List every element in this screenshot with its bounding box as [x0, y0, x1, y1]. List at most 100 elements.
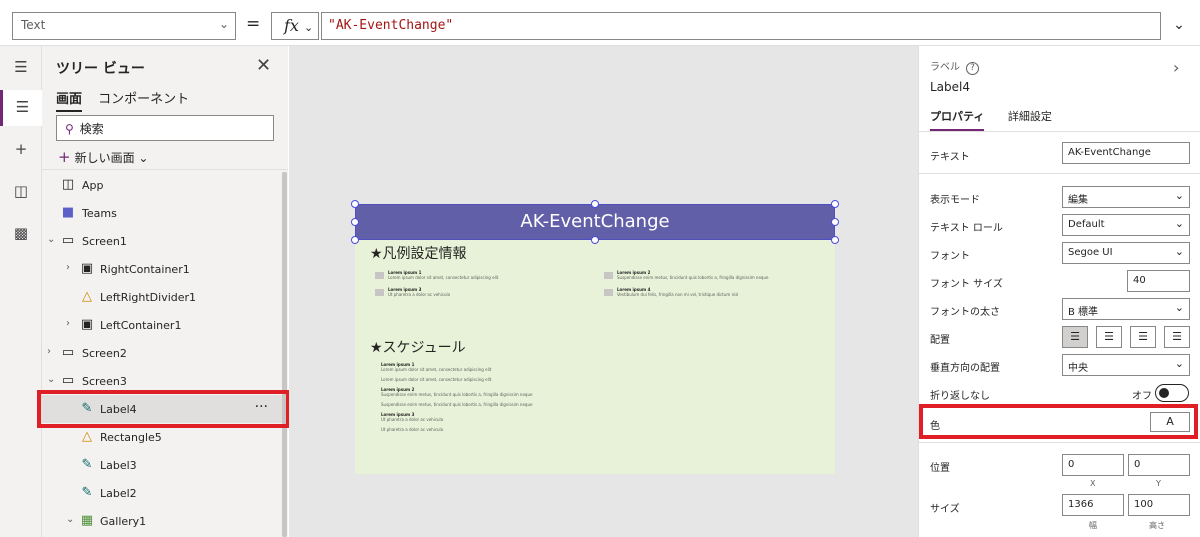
resize-handle[interactable] [831, 200, 839, 208]
screen-icon: ▭ [61, 345, 75, 360]
schedule-section-title: ★スケジュール [370, 340, 466, 356]
resize-handle[interactable] [831, 236, 839, 244]
search-placeholder: 検索 [79, 122, 104, 136]
tab-screens[interactable]: 画面 [56, 88, 83, 112]
chevron-down-icon[interactable]: ⌄ [47, 234, 55, 245]
legend-item: Lorem ipsum 2 Suspendisse enim metus, tin… [617, 270, 769, 280]
fx-button[interactable]: fx ⌄ [271, 12, 319, 40]
tree-node-label2[interactable]: ✎ Label2 [42, 479, 282, 507]
font-label: フォント [930, 251, 970, 262]
tab-properties[interactable]: プロパティ [930, 108, 985, 131]
new-screen-button[interactable]: + 新しい画面 ⌄ [58, 148, 148, 166]
tree-node-screen2[interactable]: › ▭ Screen2 [42, 339, 282, 367]
schedule-item-line: Lorem ipsum dolor sit amet, consectetur … [381, 377, 492, 382]
vertical-align-label: 垂直方向の配置 [930, 363, 1000, 374]
font-size-label: フォント サイズ [930, 279, 1003, 290]
width-caption: 幅 [1089, 521, 1097, 530]
chevron-right-icon[interactable]: › [47, 346, 51, 357]
align-justify-icon[interactable]: ☰ [1096, 326, 1122, 348]
chevron-down-icon: ⌄ [1174, 189, 1184, 202]
tree-node-label: Screen2 [82, 347, 127, 360]
align-right-icon[interactable]: ☰ [1164, 326, 1190, 348]
container-icon: ▣ [80, 261, 94, 276]
tree-node-screen1[interactable]: ⌄ ▭ Screen1 [42, 227, 282, 255]
selected-label-header[interactable]: AK-EventChange [355, 204, 835, 240]
schedule-item-line: Suspendisse enim metus, tincidunt quis l… [381, 402, 533, 407]
hamburger-menu-icon[interactable]: ☰ [0, 50, 42, 86]
tree-node-label: LeftContainer1 [100, 319, 182, 332]
tree-node-label: Rectangle5 [100, 431, 162, 444]
position-y-field[interactable]: 0 [1128, 454, 1190, 476]
left-rail: ☰ ☰ + ◫ ▩ [0, 46, 42, 537]
resize-handle[interactable] [351, 218, 359, 226]
resize-handle[interactable] [351, 200, 359, 208]
height-field[interactable]: 100 [1128, 494, 1190, 516]
chevron-right-icon[interactable]: › [1173, 58, 1179, 77]
chevron-down-icon[interactable]: ⌄ [66, 514, 74, 525]
position-x-field[interactable]: 0 [1062, 454, 1124, 476]
layers-icon[interactable]: ☰ [0, 90, 42, 126]
height-caption: 高さ [1149, 521, 1165, 530]
property-selector[interactable]: Text ⌄ [12, 12, 236, 40]
align-left-icon[interactable]: ☰ [1130, 326, 1156, 348]
image-placeholder-icon [604, 272, 613, 279]
screen-icon: ▭ [61, 233, 75, 248]
chevron-right-icon[interactable]: › [66, 318, 70, 329]
help-icon[interactable]: ? [966, 62, 979, 75]
resize-handle[interactable] [591, 200, 599, 208]
edit-label-icon: ✎ [81, 485, 93, 500]
tree-scrollbar[interactable] [282, 172, 287, 537]
tree-node-label: Teams [82, 207, 117, 220]
text-field[interactable]: AK-EventChange [1062, 142, 1190, 164]
width-field[interactable]: 1366 [1062, 494, 1124, 516]
x-caption: X [1090, 479, 1096, 488]
expand-formula-chevron-icon[interactable]: ⌄ [1165, 12, 1193, 40]
database-icon[interactable]: ◫ [0, 174, 42, 210]
tree-node-label3[interactable]: ✎ Label3 [42, 451, 282, 479]
container-icon: ▣ [80, 317, 94, 332]
display-mode-select[interactable]: 編集 ⌄ [1062, 186, 1190, 208]
tree-node-label: App [82, 179, 104, 192]
toggle-knob [1159, 388, 1169, 398]
font-size-field[interactable]: 40 [1127, 270, 1190, 292]
divider [42, 169, 288, 170]
resize-handle[interactable] [831, 218, 839, 226]
tab-components[interactable]: コンポーネント [98, 88, 189, 110]
search-icon: ⚲ [65, 122, 74, 136]
text-role-select[interactable]: Default ⌄ [1062, 214, 1190, 236]
highlight-box-color [919, 404, 1198, 439]
resize-handle[interactable] [591, 236, 599, 244]
display-mode-value: 編集 [1068, 195, 1088, 206]
tree-node-label: Label2 [100, 487, 137, 500]
font-weight-select[interactable]: B 標準 ⌄ [1062, 298, 1190, 320]
font-select[interactable]: Segoe UI ⌄ [1062, 242, 1190, 264]
tree-node-rightcontainer1[interactable]: › ▣ RightContainer1 [42, 255, 282, 283]
chevron-down-icon[interactable]: ⌄ [47, 374, 55, 385]
search-input[interactable]: ⚲ 検索 [56, 115, 274, 141]
tree-node-leftcontainer1[interactable]: › ▣ LeftContainer1 [42, 311, 282, 339]
image-placeholder-icon [375, 289, 384, 296]
vertical-align-select[interactable]: 中央 ⌄ [1062, 354, 1190, 376]
tree-node-label: LeftRightDivider1 [100, 291, 197, 304]
text-label: テキスト [930, 152, 970, 163]
tree-node-gallery1[interactable]: ⌄ ▦ Gallery1 [42, 507, 282, 535]
close-icon[interactable]: ✕ [256, 55, 271, 76]
tree-node-leftrightdivider1[interactable]: △ LeftRightDivider1 [42, 283, 282, 311]
chevron-down-icon: ⌄ [1174, 357, 1184, 370]
wrap-label: 折り返しなし [930, 391, 990, 402]
resize-handle[interactable] [351, 236, 359, 244]
formula-input[interactable]: "AK-EventChange" [321, 12, 1161, 40]
chevron-down-icon: ⌄ [218, 17, 229, 31]
media-icon[interactable]: ▩ [0, 216, 42, 252]
chevron-right-icon[interactable]: › [66, 262, 70, 273]
schedule-item-line: Ut pharetra a dolor ac vehicula [381, 427, 444, 432]
tree-node-teams[interactable]: ■ Teams [42, 199, 282, 227]
align-center-icon[interactable]: ☰ [1062, 326, 1088, 348]
plus-icon[interactable]: + [0, 132, 42, 168]
wrap-toggle[interactable] [1155, 384, 1189, 402]
tree-node-label: Screen3 [82, 375, 127, 388]
tree-node-app[interactable]: ◫ App [42, 171, 282, 199]
chevron-down-icon: ⌄ [138, 151, 149, 165]
tab-advanced[interactable]: 詳細設定 [1008, 108, 1052, 129]
tree-node-label: Screen1 [82, 235, 127, 248]
